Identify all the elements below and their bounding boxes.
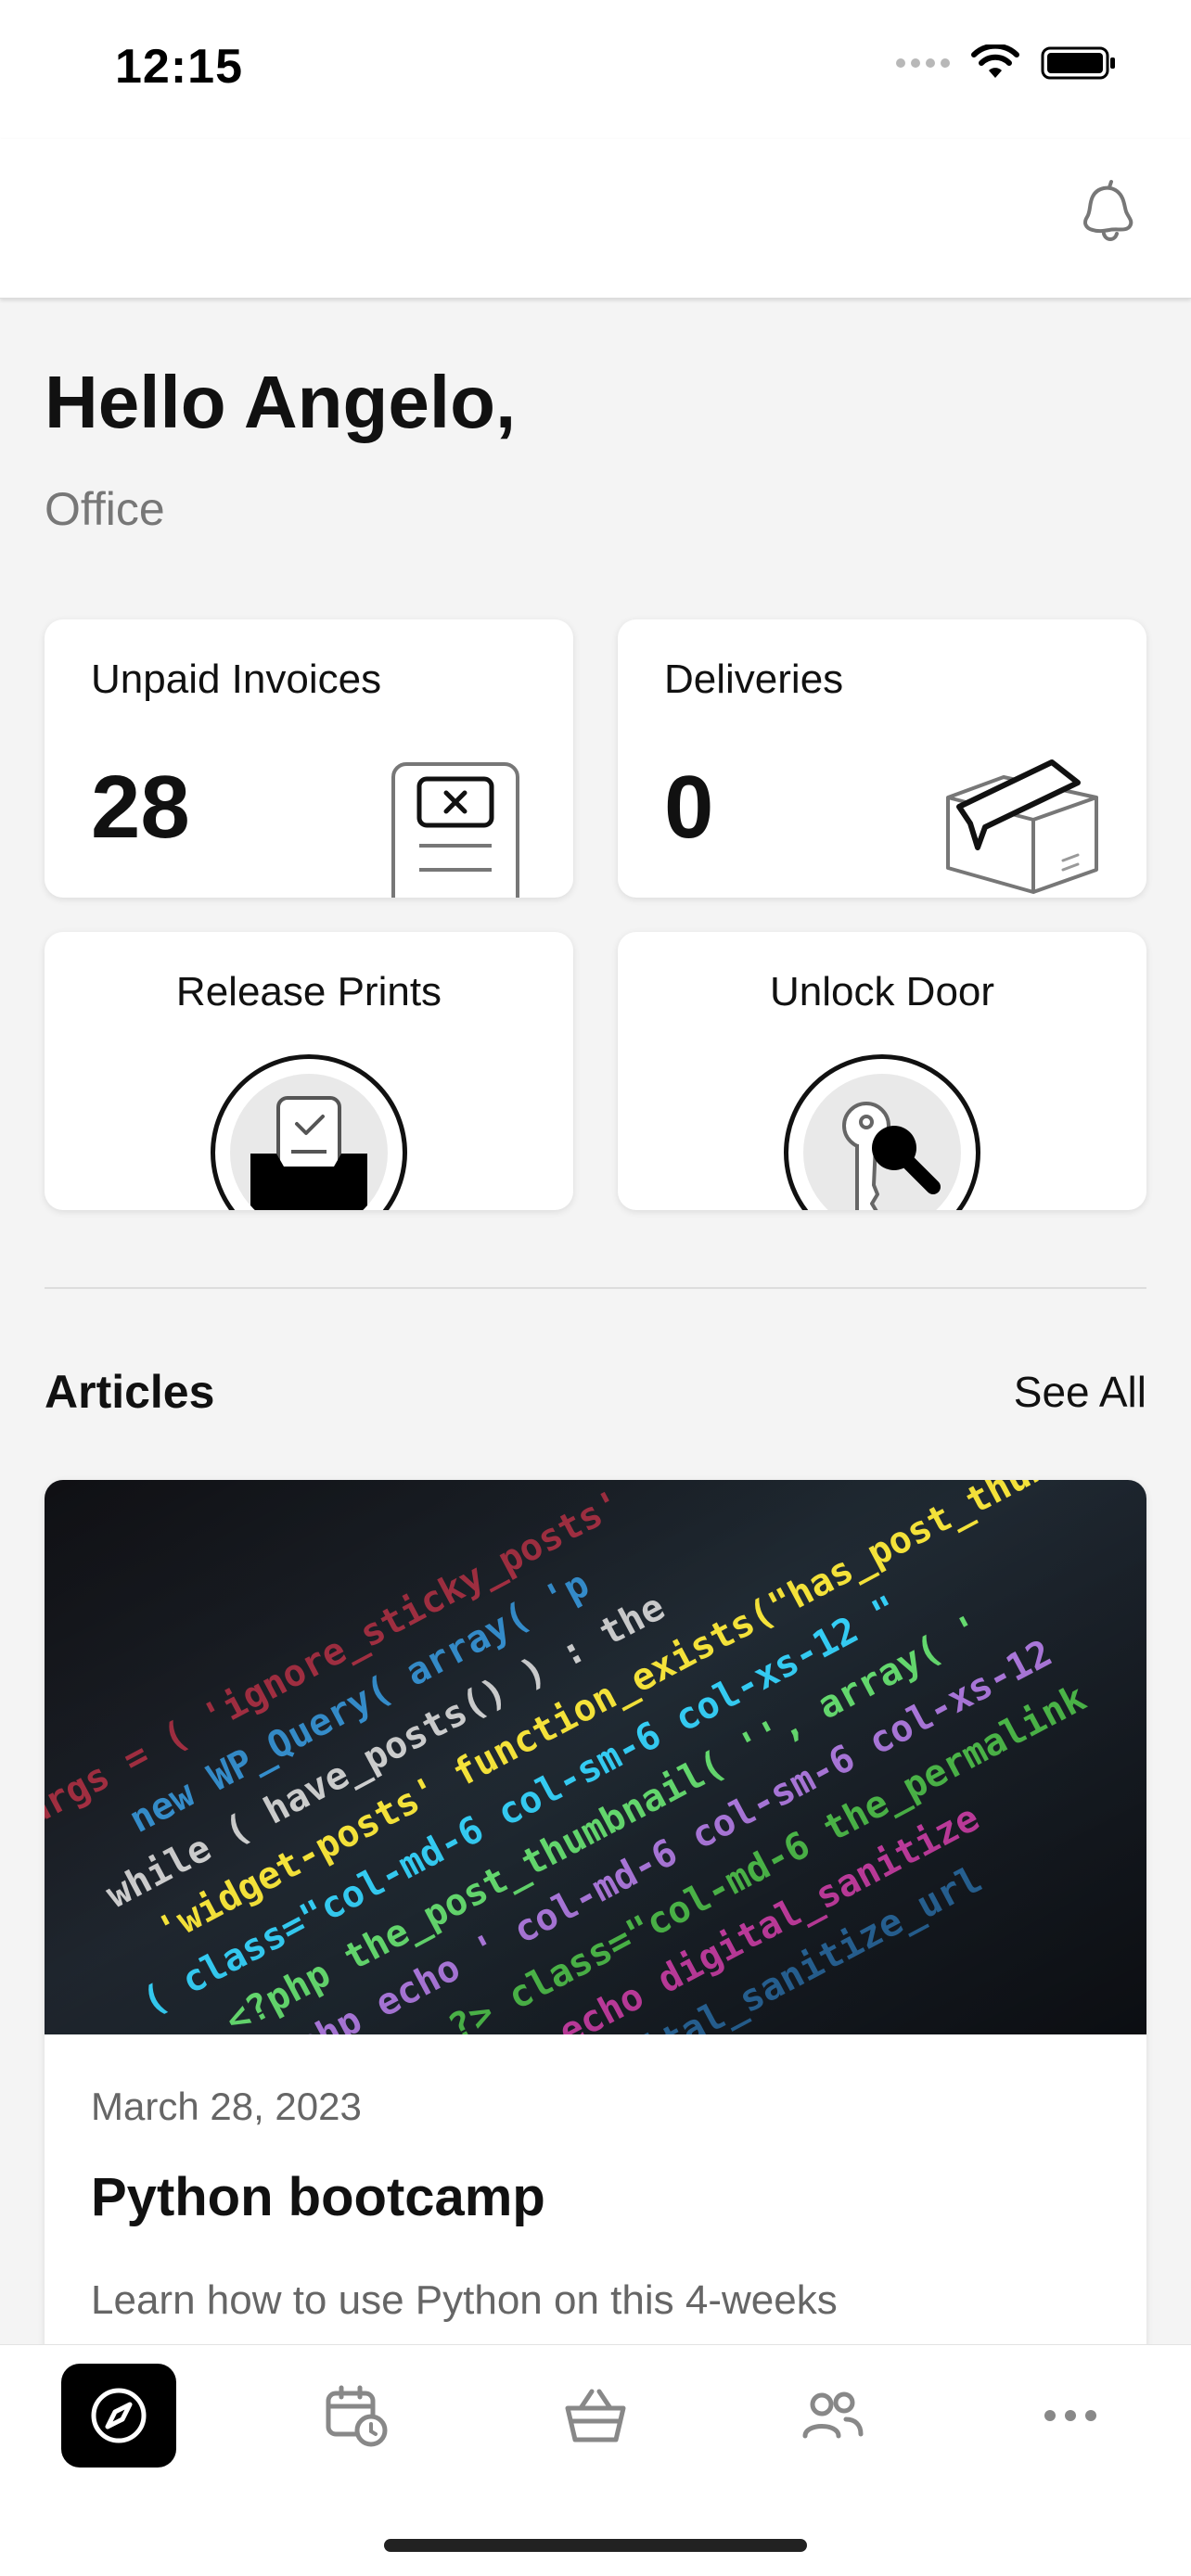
location-label: Office — [45, 483, 165, 535]
articles-section-title: Articles — [45, 1366, 215, 1418]
unpaid-invoices-count: 28 — [91, 758, 190, 857]
key-search-icon — [784, 1054, 980, 1210]
basket-icon — [565, 2389, 626, 2442]
unpaid-invoices-card[interactable]: Unpaid Invoices 28 — [45, 619, 573, 898]
wifi-icon — [971, 45, 1019, 78]
article-image: new WP_Query( array( 'p while ( have_pos… — [45, 1480, 1146, 2034]
more-icon — [1044, 2410, 1096, 2421]
battery-icon — [1041, 46, 1115, 80]
see-all-link[interactable]: See All — [1014, 1367, 1146, 1417]
home-indicator — [384, 2539, 807, 2552]
status-time: 12:15 — [115, 40, 243, 94]
article-title: Python bootcamp — [91, 2167, 545, 2227]
deliveries-card[interactable]: Deliveries 0 — [618, 619, 1146, 898]
article-date: March 28, 2023 — [91, 2085, 362, 2128]
package-icon — [946, 759, 1098, 894]
compass-icon — [91, 2388, 147, 2443]
greeting-title: Hello Angelo, — [45, 361, 517, 443]
bell-icon[interactable] — [1072, 176, 1141, 250]
tab-shop[interactable] — [538, 2364, 653, 2468]
signal-icon — [896, 58, 950, 68]
unlock-door-card[interactable]: Unlock Door — [618, 932, 1146, 1210]
status-icons — [896, 45, 1117, 82]
article-excerpt: Learn how to use Python on this 4-weeks — [91, 2277, 838, 2323]
section-divider — [45, 1287, 1146, 1289]
people-icon — [802, 2391, 864, 2439]
invoice-icon — [391, 762, 519, 898]
printer-tray-icon — [211, 1054, 407, 1210]
tab-explore[interactable] — [61, 2364, 176, 2468]
release-prints-card[interactable]: Release Prints — [45, 932, 573, 1210]
tab-community[interactable] — [775, 2364, 890, 2468]
status-bar: 12:15 — [0, 0, 1191, 139]
release-prints-label: Release Prints — [175, 969, 442, 1014]
unlock-door-label: Unlock Door — [769, 969, 995, 1014]
app-header — [0, 139, 1191, 299]
deliveries-count: 0 — [664, 758, 714, 857]
unpaid-invoices-label: Unpaid Invoices — [91, 657, 382, 702]
deliveries-label: Deliveries — [664, 657, 844, 702]
article-card[interactable]: new WP_Query( array( 'p while ( have_pos… — [45, 1480, 1146, 2407]
tab-bookings[interactable] — [299, 2364, 414, 2468]
tab-more[interactable] — [1013, 2364, 1128, 2468]
calendar-clock-icon — [326, 2385, 388, 2447]
